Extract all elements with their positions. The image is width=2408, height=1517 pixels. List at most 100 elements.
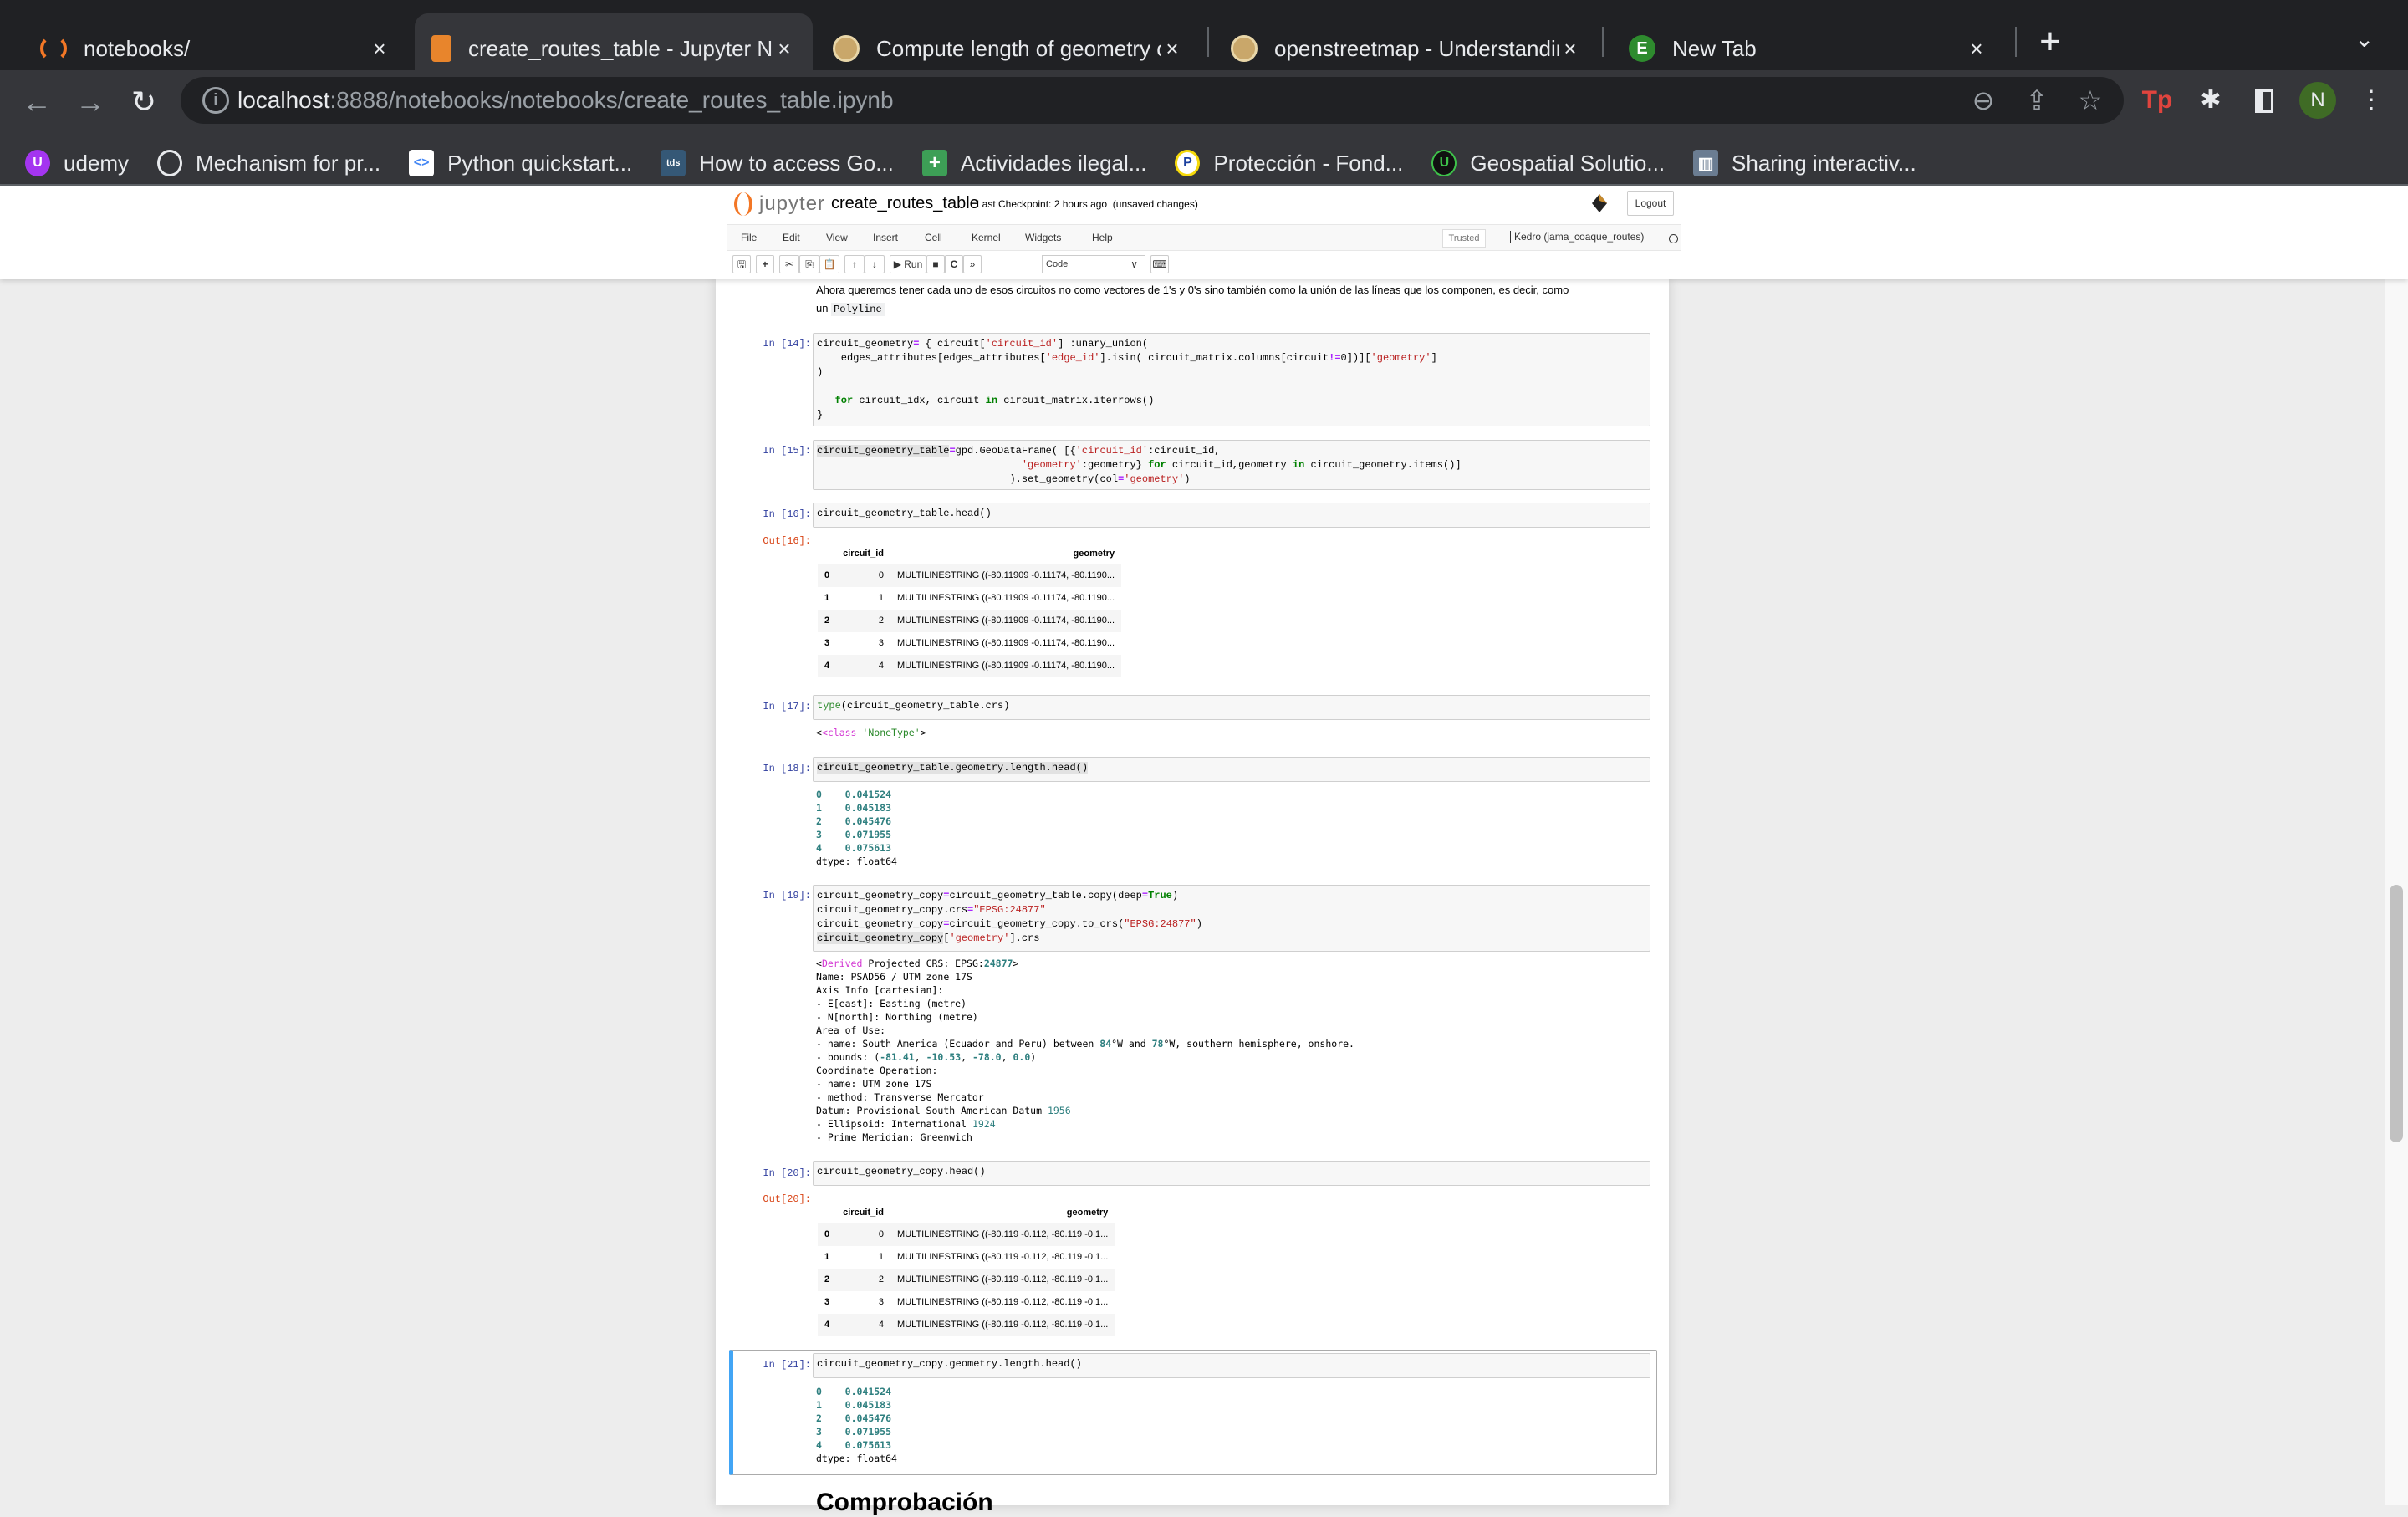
code-cell-18[interactable]: circuit_geometry_table.geometry.length.h… [813, 757, 1650, 782]
bookmark-star-icon[interactable]: ☆ [2074, 84, 2107, 117]
menu-file[interactable]: File [741, 232, 757, 243]
side-panel-icon[interactable] [2247, 84, 2281, 117]
cell-geometry: MULTILINESTRING ((-80.11909 -0.11174, -8… [897, 638, 1115, 648]
restart-run-all-button[interactable]: » [963, 255, 982, 273]
command-palette-button[interactable]: ⌨ [1150, 255, 1169, 273]
cell-geometry: MULTILINESTRING ((-80.119 -0.112, -80.11… [897, 1320, 1109, 1330]
table-row: 0 0 MULTILINESTRING ((-80.11909 -0.11174, … [818, 564, 1122, 587]
tp-extension-icon[interactable]: Tp [2140, 84, 2174, 117]
copy-button[interactable]: ⎘ [799, 255, 819, 273]
cell-circuit-id: 0 [878, 1229, 885, 1240]
cell-circuit-id: 3 [878, 638, 885, 648]
page-scrollbar-thumb[interactable] [2390, 885, 2403, 1142]
tab-search-chevron-icon[interactable]: ⌄ [2354, 25, 2374, 53]
menu-cell[interactable]: Cell [925, 232, 942, 243]
url-text[interactable]: localhost:8888/notebooks/notebooks/creat… [237, 87, 894, 114]
input-prompt: In [18]: [763, 763, 811, 774]
move-down-button[interactable]: ↓ [865, 255, 885, 273]
extensions-puzzle-icon[interactable]: ✱ [2194, 84, 2227, 117]
udemy-icon: U [25, 150, 50, 176]
column-header: geometry [890, 544, 1122, 564]
bookmark-actividades[interactable]: + Actividades ilegal... [921, 150, 1146, 176]
cell-circuit-id: 4 [878, 661, 885, 671]
menu-help[interactable]: Help [1092, 232, 1113, 243]
markdown-cell[interactable]: Ahora queremos tener cada uno de esos ci… [816, 282, 1644, 318]
logout-button[interactable]: Logout [1627, 191, 1674, 216]
notebook-name[interactable]: create_routes_table [831, 194, 979, 213]
code-cell-21[interactable]: circuit_geometry_copy.geometry.length.he… [813, 1353, 1650, 1378]
zoom-out-icon[interactable]: ⊖ [1967, 84, 2000, 117]
tab-separator [1602, 27, 1604, 57]
menu-bar: File Edit View Insert Cell Kernel Widget… [727, 224, 1681, 251]
close-icon[interactable]: × [773, 36, 796, 62]
output-prompt: Out[20]: [763, 1193, 811, 1205]
paste-button[interactable]: 📋 [819, 255, 839, 273]
site-info-icon[interactable]: i [202, 87, 229, 114]
trusted-indicator[interactable]: Trusted [1442, 229, 1486, 248]
browser-menu-icon[interactable]: ⋮ [2354, 84, 2388, 117]
row-index: 3 [824, 1297, 830, 1307]
output-prompt: Out[16]: [763, 535, 811, 547]
series-row: 4 0.075613 [816, 1439, 892, 1451]
series-row: 2 0.045476 [816, 1412, 892, 1424]
notebook-icon [431, 35, 452, 62]
new-tab-button[interactable]: + [2033, 20, 2067, 64]
code-cell-20[interactable]: circuit_geometry_copy.head() [813, 1161, 1650, 1186]
code-cell-15[interactable]: circuit_geometry_table=gpd.GeoDataFrame(… [813, 440, 1650, 490]
section-heading: Comprobación [816, 1489, 993, 1516]
jupyter-icon [40, 35, 67, 62]
run-button[interactable]: ▶ Run [890, 255, 926, 273]
input-prompt: In [20]: [763, 1167, 811, 1179]
move-up-button[interactable]: ↑ [844, 255, 865, 273]
forward-arrow-icon[interactable]: → [72, 84, 109, 120]
tab-separator [1207, 27, 1209, 57]
table-row: 4 4 MULTILINESTRING ((-80.119 -0.112, -80.… [818, 1313, 1115, 1336]
cell-type-select[interactable]: Code ∨ [1042, 255, 1145, 273]
bookmark-mechanism[interactable]: Mechanism for pr... [157, 150, 380, 176]
save-button[interactable]: 🖫 [732, 255, 751, 273]
bookmark-python-quickstart[interactable]: <> Python quickstart... [409, 150, 632, 176]
bookmark-proteccion[interactable]: P Protección - Fond... [1175, 150, 1403, 176]
row-index: 0 [824, 570, 830, 581]
profile-avatar[interactable]: N [2299, 82, 2336, 119]
row-index: 4 [824, 661, 830, 671]
close-icon[interactable]: × [368, 36, 391, 62]
close-icon[interactable]: × [1161, 36, 1184, 62]
cell-circuit-id: 0 [878, 570, 885, 581]
series-row: 3 0.071955 [816, 1426, 892, 1438]
tab-label: create_routes_table - Jupyter N [468, 35, 773, 61]
address-bar[interactable]: i localhost:8888/notebooks/notebooks/cre… [181, 77, 2124, 124]
code-cell-16[interactable]: circuit_geometry_table.head() [813, 503, 1650, 528]
menu-insert[interactable]: Insert [873, 232, 898, 243]
cut-button[interactable]: ✂ [779, 255, 799, 273]
reload-icon[interactable]: ↻ [125, 84, 162, 120]
menu-kernel[interactable]: Kernel [972, 232, 1001, 243]
menu-view[interactable]: View [826, 232, 848, 243]
menu-edit[interactable]: Edit [783, 232, 800, 243]
code-cell-17[interactable]: type(circuit_geometry_table.crs) [813, 695, 1650, 720]
restart-button[interactable]: C [945, 255, 963, 273]
table-row: 1 1 MULTILINESTRING ((-80.119 -0.112, -80.… [818, 1246, 1115, 1269]
bookmark-geospatial[interactable]: U Geospatial Solutio... [1431, 150, 1665, 176]
dataframe-table-16: circuit_id geometry 0 0 MULTILINESTRING ((… [818, 544, 1122, 677]
bookmark-udemy[interactable]: Uudemy [25, 150, 129, 176]
series-row: 3 0.071955 [816, 829, 892, 840]
bookmark-sharing[interactable]: ▥ Sharing interactiv... [1693, 150, 1916, 176]
share-icon[interactable]: ⇪ [2020, 84, 2053, 117]
table-row: 4 4 MULTILINESTRING ((-80.11909 -0.11174, … [818, 654, 1122, 677]
bookmark-how-to-access[interactable]: tds How to access Go... [661, 150, 894, 176]
tab-separator [2015, 27, 2017, 57]
jupyter-logo[interactable]: jupyter [734, 192, 825, 216]
gis-stackexchange-icon [1231, 35, 1258, 62]
tab-label: New Tab [1672, 35, 1757, 61]
close-icon[interactable]: × [1965, 36, 1988, 62]
code-cell-19[interactable]: circuit_geometry_copy=circuit_geometry_t… [813, 885, 1650, 952]
cell-geometry: MULTILINESTRING ((-80.119 -0.112, -80.11… [897, 1274, 1109, 1285]
interrupt-button[interactable]: ■ [926, 255, 945, 273]
back-arrow-icon[interactable]: ← [18, 84, 55, 120]
code-cell-14[interactable]: circuit_geometry= { circuit['circuit_id'… [813, 333, 1650, 426]
close-icon[interactable]: × [1559, 36, 1582, 62]
input-prompt: In [15]: [763, 445, 811, 457]
insert-cell-button[interactable]: + [756, 255, 774, 273]
menu-widgets[interactable]: Widgets [1025, 232, 1061, 243]
